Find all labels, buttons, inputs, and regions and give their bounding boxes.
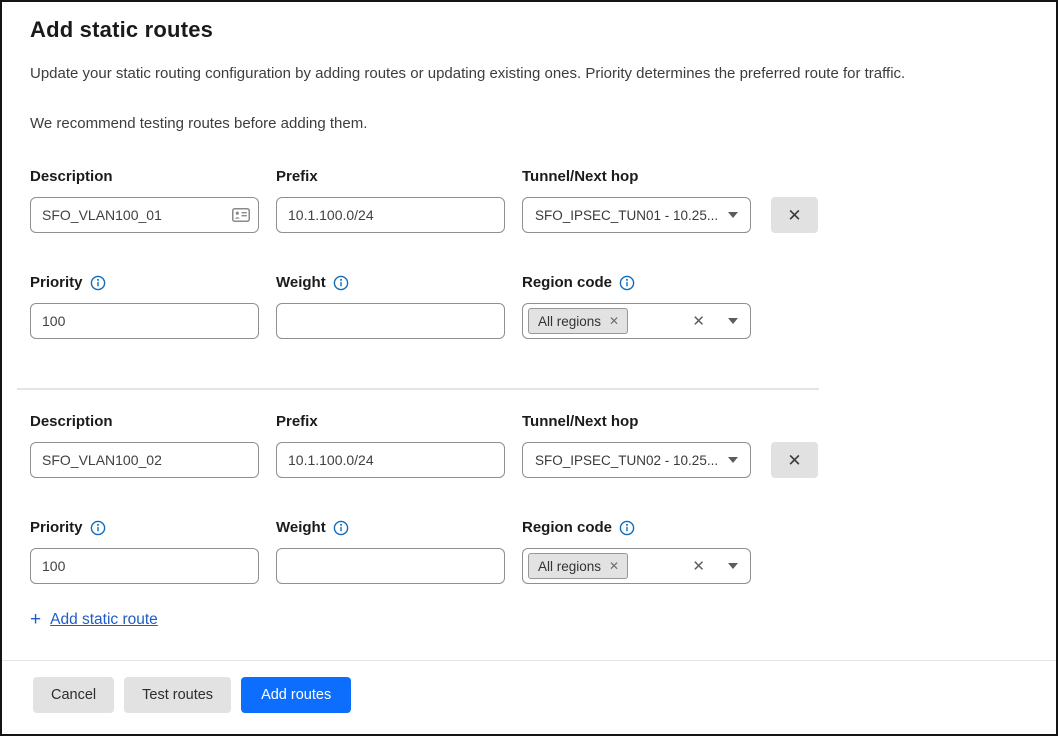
delete-route-button[interactable]: ✕ bbox=[771, 197, 818, 233]
route-2-main-row: Description Prefix Tunnel/Next hop bbox=[30, 412, 1028, 478]
tag-remove-icon[interactable]: ✕ bbox=[609, 315, 619, 327]
add-static-routes-dialog: Add static routes Update your static rou… bbox=[0, 0, 1058, 736]
info-icon[interactable] bbox=[90, 275, 106, 291]
prefix-input[interactable] bbox=[276, 442, 505, 478]
weight-label: Weight bbox=[276, 518, 505, 538]
description-label-text: Description bbox=[30, 167, 113, 187]
description-label-text: Description bbox=[30, 412, 113, 432]
info-icon[interactable] bbox=[333, 275, 349, 291]
tunnel-select[interactable]: SFO_IPSEC_TUN02 - 10.25... bbox=[522, 442, 751, 478]
multiselect-controls: ✕ bbox=[692, 314, 738, 329]
priority-label-text: Priority bbox=[30, 518, 83, 538]
description-label: Description bbox=[30, 412, 259, 432]
dialog-content: Add static routes Update your static rou… bbox=[2, 17, 1056, 629]
tunnel-selected-value: SFO_IPSEC_TUN01 - 10.25... bbox=[535, 208, 720, 223]
tunnel-select[interactable]: SFO_IPSEC_TUN01 - 10.25... bbox=[522, 197, 751, 233]
clear-selection-icon[interactable]: ✕ bbox=[692, 314, 705, 329]
weight-label-text: Weight bbox=[276, 273, 326, 293]
region-label: Region code bbox=[522, 273, 751, 293]
weight-label-text: Weight bbox=[276, 518, 326, 538]
description-field-group: Description bbox=[30, 167, 259, 233]
weight-field-group: Weight bbox=[276, 273, 505, 339]
chevron-down-icon bbox=[728, 563, 738, 569]
description-input-wrap bbox=[30, 197, 259, 233]
close-icon: ✕ bbox=[787, 207, 801, 224]
region-field-group: Region code All region bbox=[522, 518, 751, 584]
priority-field-group: Priority bbox=[30, 518, 259, 584]
prefix-label: Prefix bbox=[276, 167, 505, 187]
note-text: We recommend testing routes before addin… bbox=[30, 114, 1028, 134]
tunnel-label-text: Tunnel/Next hop bbox=[522, 412, 638, 432]
prefix-label-text: Prefix bbox=[276, 412, 318, 432]
close-icon: ✕ bbox=[787, 452, 801, 469]
region-label: Region code bbox=[522, 518, 751, 538]
cancel-button[interactable]: Cancel bbox=[33, 677, 114, 713]
tunnel-label: Tunnel/Next hop bbox=[522, 412, 751, 432]
info-icon[interactable] bbox=[90, 520, 106, 536]
description-label: Description bbox=[30, 167, 259, 187]
route-1-main-row: Description bbox=[30, 167, 1028, 233]
prefix-input[interactable] bbox=[276, 197, 505, 233]
region-tag: All regions ✕ bbox=[528, 553, 628, 579]
intro-text: Update your static routing configuration… bbox=[30, 64, 1028, 84]
priority-label: Priority bbox=[30, 273, 259, 293]
tunnel-label-text: Tunnel/Next hop bbox=[522, 167, 638, 187]
route-2-secondary-row: Priority bbox=[30, 518, 1028, 584]
add-routes-button[interactable]: Add routes bbox=[241, 677, 351, 713]
tag-remove-icon[interactable]: ✕ bbox=[609, 560, 619, 572]
page-title: Add static routes bbox=[30, 17, 1028, 43]
weight-input[interactable] bbox=[276, 548, 505, 584]
description-input[interactable] bbox=[30, 442, 259, 478]
priority-label-text: Priority bbox=[30, 273, 83, 293]
route-1-secondary-row: Priority bbox=[30, 273, 1028, 339]
region-label-text: Region code bbox=[522, 518, 612, 538]
region-tag-label: All regions bbox=[538, 314, 601, 329]
info-icon[interactable] bbox=[619, 275, 635, 291]
test-routes-button[interactable]: Test routes bbox=[124, 677, 231, 713]
tunnel-field-group: Tunnel/Next hop SFO_IPSEC_TUN01 - 10.25.… bbox=[522, 167, 751, 233]
chevron-down-icon bbox=[728, 457, 738, 463]
priority-field-group: Priority bbox=[30, 273, 259, 339]
route-block-2: Description Prefix Tunnel/Next hop bbox=[30, 412, 1028, 584]
prefix-field-group: Prefix bbox=[276, 412, 505, 478]
add-route-row: + Add static route bbox=[30, 610, 1028, 629]
region-multiselect[interactable]: All regions ✕ ✕ bbox=[522, 303, 751, 339]
prefix-label-text: Prefix bbox=[276, 167, 318, 187]
delete-route-button[interactable]: ✕ bbox=[771, 442, 818, 478]
prefix-label: Prefix bbox=[276, 412, 505, 432]
region-multiselect[interactable]: All regions ✕ ✕ bbox=[522, 548, 751, 584]
weight-field-group: Weight bbox=[276, 518, 505, 584]
prefix-field-group: Prefix bbox=[276, 167, 505, 233]
plus-icon: + bbox=[30, 610, 41, 629]
clear-selection-icon[interactable]: ✕ bbox=[692, 559, 705, 574]
tunnel-selected-value: SFO_IPSEC_TUN02 - 10.25... bbox=[535, 453, 720, 468]
priority-label: Priority bbox=[30, 518, 259, 538]
description-input[interactable] bbox=[30, 197, 259, 233]
static-routes-form: Description bbox=[30, 167, 1028, 629]
route-divider bbox=[17, 388, 819, 390]
add-static-route-link[interactable]: Add static route bbox=[50, 611, 158, 629]
multiselect-controls: ✕ bbox=[692, 559, 738, 574]
tunnel-label: Tunnel/Next hop bbox=[522, 167, 751, 187]
dialog-footer: Cancel Test routes Add routes bbox=[2, 660, 1056, 734]
weight-input[interactable] bbox=[276, 303, 505, 339]
region-tag: All regions ✕ bbox=[528, 308, 628, 334]
weight-label: Weight bbox=[276, 273, 505, 293]
chevron-down-icon bbox=[728, 318, 738, 324]
region-label-text: Region code bbox=[522, 273, 612, 293]
priority-input[interactable] bbox=[30, 303, 259, 339]
info-icon[interactable] bbox=[619, 520, 635, 536]
priority-input[interactable] bbox=[30, 548, 259, 584]
chevron-down-icon bbox=[728, 212, 738, 218]
route-block-1: Description bbox=[30, 167, 1028, 390]
description-field-group: Description bbox=[30, 412, 259, 478]
region-tag-label: All regions bbox=[538, 559, 601, 574]
tunnel-field-group: Tunnel/Next hop SFO_IPSEC_TUN02 - 10.25.… bbox=[522, 412, 751, 478]
info-icon[interactable] bbox=[333, 520, 349, 536]
region-field-group: Region code All region bbox=[522, 273, 751, 339]
autofill-contact-card-icon[interactable] bbox=[232, 208, 250, 222]
